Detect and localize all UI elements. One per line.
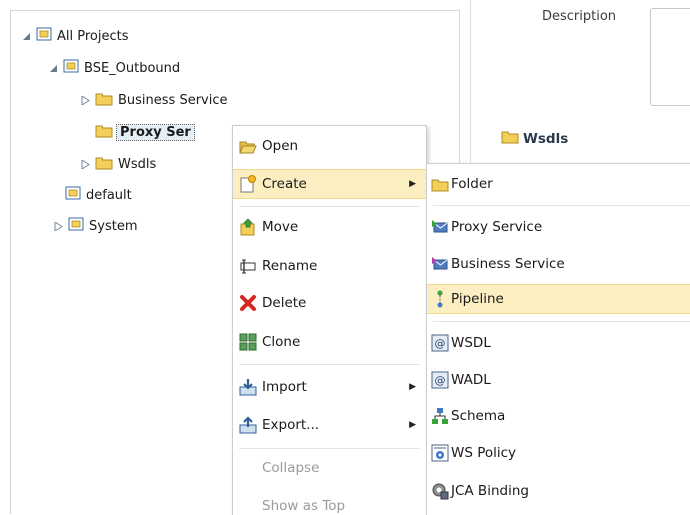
folder-icon bbox=[431, 175, 449, 193]
tree-node-default[interactable]: default bbox=[65, 185, 132, 205]
project-folder-icon bbox=[63, 58, 79, 78]
menu-item-label: JCA Binding bbox=[451, 483, 529, 499]
tree-node-label: Proxy Ser bbox=[116, 123, 195, 141]
delete-x-icon bbox=[239, 294, 257, 312]
rename-icon bbox=[239, 257, 257, 275]
tree-node-business-service[interactable]: Business Service bbox=[80, 90, 228, 110]
wsdl-icon: @ bbox=[431, 334, 449, 352]
folder-icon bbox=[501, 129, 519, 148]
menu-separator bbox=[433, 321, 690, 322]
expanded-triangle-icon[interactable] bbox=[21, 31, 31, 41]
folder-icon bbox=[95, 155, 113, 174]
tree-node-label: Business Service bbox=[118, 92, 228, 108]
proxy-service-icon bbox=[431, 218, 449, 236]
collapsed-triangle-icon[interactable] bbox=[53, 221, 63, 231]
menu-item-show-as-top[interactable]: Show as Top bbox=[233, 492, 426, 515]
submenu-arrow-icon: ▶ bbox=[409, 179, 416, 189]
menu-separator bbox=[239, 448, 420, 449]
menu-item-collapse[interactable]: Collapse bbox=[233, 453, 426, 483]
submenu-item-ws-policy[interactable]: WS Policy bbox=[427, 438, 690, 468]
submenu-item-wsdl[interactable]: @ WSDL bbox=[427, 328, 690, 358]
submenu-arrow-icon: ▶ bbox=[409, 420, 416, 430]
menu-item-export[interactable]: Export... ▶ bbox=[233, 410, 426, 440]
tree-node-label: Wsdls bbox=[118, 156, 157, 172]
menu-item-clone[interactable]: Clone bbox=[233, 327, 426, 357]
import-icon bbox=[239, 378, 257, 396]
tree-node-proxy-service[interactable]: Proxy Ser bbox=[95, 122, 195, 142]
menu-item-delete[interactable]: Delete bbox=[233, 288, 426, 318]
context-menu: Open Create ▶ Move Rename Delete Clone I… bbox=[232, 125, 427, 515]
menu-item-create[interactable]: Create ▶ bbox=[233, 169, 426, 199]
tree-node-bse-outbound[interactable]: BSE_Outbound bbox=[48, 58, 180, 78]
project-folder-icon bbox=[68, 216, 84, 236]
collapsed-triangle-icon[interactable] bbox=[80, 95, 90, 105]
open-folder-icon bbox=[239, 137, 257, 155]
submenu-item-wadl[interactable]: @ WADL bbox=[427, 365, 690, 395]
clone-icon bbox=[239, 333, 257, 351]
submenu-item-schema[interactable]: Schema bbox=[427, 401, 690, 431]
menu-item-label: Show as Top bbox=[262, 498, 346, 514]
svg-text:@: @ bbox=[435, 374, 446, 387]
submenu-item-proxy-service[interactable]: Proxy Service bbox=[427, 212, 690, 242]
submenu-arrow-icon: ▶ bbox=[409, 382, 416, 392]
wsdls-heading: Wsdls bbox=[501, 129, 568, 148]
wsdls-heading-text: Wsdls bbox=[523, 130, 569, 147]
menu-item-label: WS Policy bbox=[451, 445, 517, 461]
menu-item-label: Schema bbox=[451, 408, 506, 424]
menu-item-open[interactable]: Open bbox=[233, 131, 426, 161]
menu-item-import[interactable]: Import ▶ bbox=[233, 372, 426, 402]
submenu-item-pipeline[interactable]: Pipeline bbox=[427, 284, 690, 314]
tree-node-system[interactable]: System bbox=[53, 216, 137, 236]
tree-node-all-projects[interactable]: All Projects bbox=[21, 26, 129, 46]
folder-icon bbox=[95, 123, 113, 142]
move-icon bbox=[239, 218, 257, 236]
menu-item-rename[interactable]: Rename bbox=[233, 251, 426, 281]
folder-icon bbox=[95, 91, 113, 110]
menu-item-label: Export... bbox=[262, 417, 320, 433]
menu-item-label: Business Service bbox=[451, 256, 565, 272]
menu-item-label: WSDL bbox=[451, 335, 491, 351]
menu-item-label: Proxy Service bbox=[451, 219, 543, 235]
menu-separator bbox=[433, 205, 690, 206]
tree-node-label: All Projects bbox=[57, 28, 129, 44]
menu-item-label: Delete bbox=[262, 295, 307, 311]
menu-item-label: Collapse bbox=[262, 460, 320, 476]
submenu-item-folder[interactable]: Folder bbox=[427, 169, 690, 199]
menu-item-label: Import bbox=[262, 379, 307, 395]
menu-separator bbox=[239, 364, 420, 365]
svg-text:@: @ bbox=[435, 337, 446, 350]
menu-item-label: Clone bbox=[262, 334, 301, 350]
create-submenu: Folder Proxy Service Business Service Pi… bbox=[426, 163, 690, 515]
project-folder-icon bbox=[36, 26, 52, 46]
menu-item-move[interactable]: Move bbox=[233, 212, 426, 242]
menu-separator bbox=[239, 206, 420, 207]
menu-item-label: WADL bbox=[451, 372, 491, 388]
collapsed-triangle-icon[interactable] bbox=[80, 159, 90, 169]
tree-node-label: default bbox=[86, 187, 132, 203]
jca-binding-icon bbox=[431, 482, 449, 500]
menu-item-label: Rename bbox=[262, 258, 318, 274]
ws-policy-icon bbox=[431, 444, 449, 462]
tree-node-wsdls[interactable]: Wsdls bbox=[80, 154, 156, 174]
pipeline-icon bbox=[431, 290, 449, 308]
submenu-item-jca-binding[interactable]: JCA Binding bbox=[427, 476, 690, 506]
menu-item-label: Folder bbox=[451, 176, 493, 192]
business-service-icon bbox=[431, 255, 449, 273]
menu-item-label: Move bbox=[262, 219, 299, 235]
schema-tree-icon bbox=[431, 407, 449, 425]
wadl-icon: @ bbox=[431, 371, 449, 389]
submenu-item-business-service[interactable]: Business Service bbox=[427, 249, 690, 279]
menu-item-label: Pipeline bbox=[451, 291, 504, 307]
tree-node-label: BSE_Outbound bbox=[84, 60, 181, 76]
export-icon bbox=[239, 416, 257, 434]
tree-node-label: System bbox=[89, 218, 138, 234]
expanded-triangle-icon[interactable] bbox=[48, 63, 58, 73]
menu-item-label: Create bbox=[262, 176, 307, 192]
menu-item-label: Open bbox=[262, 138, 299, 154]
description-label: Description bbox=[542, 9, 617, 24]
description-field[interactable] bbox=[650, 8, 690, 106]
create-new-icon bbox=[239, 175, 257, 193]
project-folder-icon bbox=[65, 185, 81, 205]
